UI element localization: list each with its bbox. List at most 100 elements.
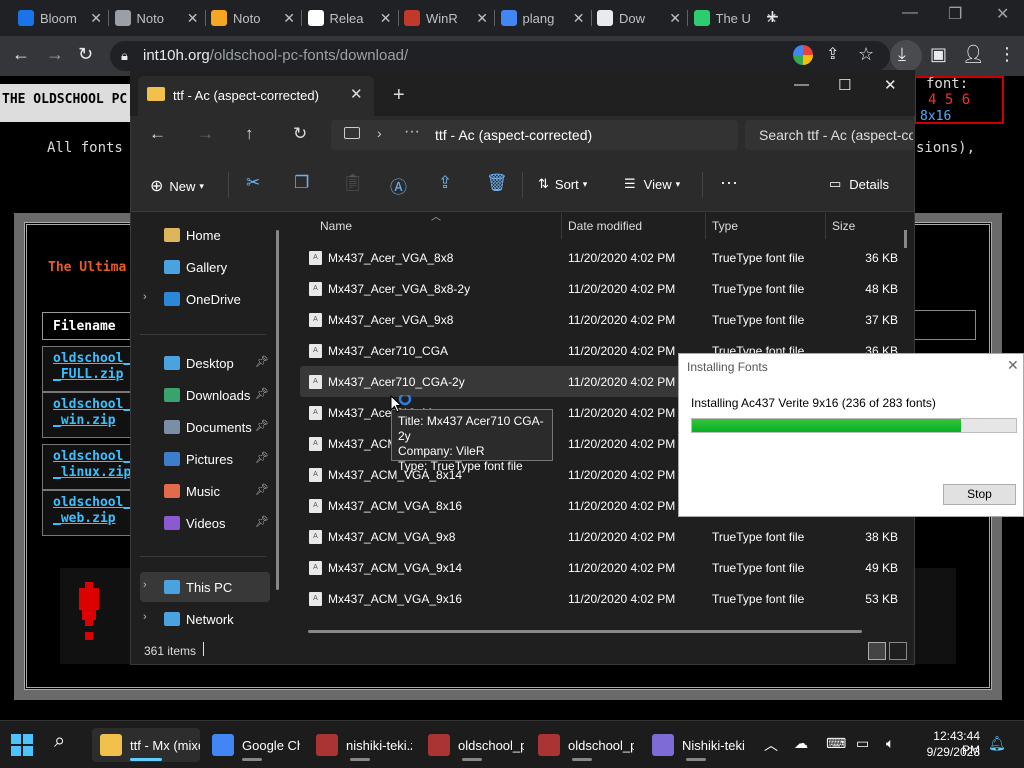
taskbar-item[interactable]: ttf - Mx (mixe [92,728,200,762]
download-icon[interactable]: ⤓ [898,44,906,65]
font-size-options[interactable]: 4 5 6 [928,92,970,108]
profile-icon[interactable]: 👤︎ [962,44,985,65]
forward-icon[interactable]: → [197,124,214,144]
explorer-maximize-button[interactable]: ☐ [838,76,851,94]
tab-close-icon[interactable]: ✕ [90,10,102,27]
sidebar-item-network[interactable]: › Network [140,604,270,634]
network-icon[interactable]: ▭ [856,735,869,752]
sidebar-item-onedrive[interactable]: › OneDrive [140,284,270,314]
file-row[interactable]: A Mx437_ACM_VGA_9x14 11/20/2020 4:02 PM Tru… [300,552,908,583]
chevron-right-icon[interactable]: › [377,125,382,141]
tab-close-icon[interactable]: ✕ [187,10,199,27]
taskbar-item[interactable]: oldschool_pc [420,728,524,762]
rename-icon[interactable]: Ⓐ [390,173,407,198]
forward-icon[interactable]: → [46,44,64,65]
close-tab-icon[interactable]: ✕ [350,85,363,103]
browser-tab[interactable]: Relea ✕ [302,4,398,32]
search-placeholder[interactable]: Search ttf - Ac (aspect-co [759,127,913,143]
sidebar-item-downloads[interactable]: Downloads 📌︎ [140,380,270,410]
view-button[interactable]: ☰ View ▾ [624,176,680,192]
browser-close-button[interactable]: ✕ [996,4,1009,24]
taskbar-item[interactable]: oldschool_pc [530,728,634,762]
more-dots-icon[interactable]: ··· [404,123,420,141]
side-panel-icon[interactable]: ▣ [930,44,947,65]
browser-tab[interactable]: plang ✕ [495,4,591,32]
sidebar-item-desktop[interactable]: Desktop 📌︎ [140,348,270,378]
column-header-type[interactable]: Type [712,219,738,233]
explorer-minimize-button[interactable]: — [794,76,809,93]
sort-button[interactable]: ⇅ Sort ▾ [538,176,587,192]
share-icon[interactable]: ⇪ [826,44,839,64]
google-lens-icon[interactable] [793,45,813,65]
refresh-icon[interactable]: ↻ [293,124,307,144]
column-header-date[interactable]: Date modified [568,219,642,233]
address-path[interactable]: ttf - Ac (aspect-corrected) [435,127,592,143]
menu-icon[interactable]: ⋮ [998,44,1016,65]
horizontal-scrollbar[interactable] [308,630,862,633]
back-icon[interactable]: ← [149,124,166,144]
volume-icon[interactable]: 🔈︎ [886,735,894,752]
tiles-view-icon[interactable] [889,642,907,660]
new-button[interactable]: ⊕ New ▾ [150,176,204,196]
keyboard-icon[interactable]: ⌨ [826,735,846,752]
notification-bell-icon[interactable]: 🔔︎ [988,735,1006,752]
lock-icon[interactable]: 🔒︎ [121,48,128,64]
taskbar-item[interactable]: Google Ch [204,728,300,762]
clock-date[interactable]: 9/29/2023 [914,745,980,759]
sidebar-item-home[interactable]: Home [140,220,270,250]
reload-icon[interactable]: ↻ [78,44,93,65]
file-row[interactable]: A Mx437_Acer_VGA_8x8-2y 11/20/2020 4:02 PM… [300,273,908,304]
chevron-right-icon[interactable]: › [143,579,147,591]
browser-restore-button[interactable]: ❐ [948,4,962,24]
delete-icon[interactable]: 🗑︎ [486,173,508,193]
copy-icon[interactable]: ❐ [294,173,309,193]
url-text[interactable]: int10h.org/oldschool-pc-fonts/download/ [143,47,408,64]
taskbar-item[interactable]: Nishiki-teki ( [644,728,748,762]
file-row[interactable]: A Mx437_ACM_VGA_9x16 11/20/2020 4:02 PM Tru… [300,583,908,614]
sidebar-item-documents[interactable]: Documents 📌︎ [140,412,270,442]
browser-tab[interactable]: Noto ✕ [109,4,205,32]
tab-close-icon[interactable]: ✕ [283,10,295,27]
cut-icon[interactable]: ✂ [246,173,260,193]
browser-minimize-button[interactable]: — [902,4,918,22]
file-row[interactable]: A Mx437_ACM_VGA_9x8 11/20/2020 4:02 PM True… [300,521,908,552]
paste-icon[interactable]: 📋︎ [342,173,364,193]
explorer-close-button[interactable]: ✕ [884,76,897,94]
bookmark-star-icon[interactable]: ☆ [858,44,874,65]
taskbar-item[interactable]: nishiki-teki.zi [308,728,412,762]
download-link-win[interactable]: oldschool_ _win.zip [42,392,132,438]
sidebar-item-this-pc[interactable]: › This PC [140,572,270,602]
back-icon[interactable]: ← [12,44,30,65]
file-row[interactable]: A Mx437_Acer_VGA_8x8 11/20/2020 4:02 PM Tru… [300,242,908,273]
download-link-linux[interactable]: oldschool_ _linux.zip [42,444,132,490]
sidebar-item-music[interactable]: Music 📌︎ [140,476,270,506]
tab-close-icon[interactable]: ✕ [573,10,585,27]
download-link-web[interactable]: oldschool_ _web.zip [42,490,132,536]
file-row[interactable]: A Mx437_Acer_VGA_9x8 11/20/2020 4:02 PM Tru… [300,304,908,335]
tab-close-icon[interactable]: ✕ [669,10,681,27]
chevron-right-icon[interactable]: › [143,291,147,303]
tab-close-icon[interactable]: ✕ [476,10,488,27]
column-header-name[interactable]: Name [320,219,352,233]
browser-tab[interactable]: WinR ✕ [398,4,494,32]
explorer-new-tab-icon[interactable]: + [393,84,405,107]
share-icon[interactable]: ⇪ [438,173,452,193]
browser-tab[interactable]: Noto ✕ [205,4,301,32]
download-link-full[interactable]: oldschool_ _FULL.zip [42,346,132,392]
new-tab-button[interactable]: + [766,6,779,28]
details-button[interactable]: ▭ Details [829,176,889,192]
chevron-up-icon[interactable]: ︿ [764,735,778,755]
tab-close-icon[interactable]: ✕ [380,10,392,27]
close-icon[interactable]: ✕ [1007,357,1019,374]
onedrive-tray-icon[interactable]: ☁ [794,735,808,752]
more-options-icon[interactable]: ··· [720,172,738,193]
sidebar-item-gallery[interactable]: Gallery [140,252,270,282]
chevron-right-icon[interactable]: › [143,611,147,623]
details-view-icon[interactable] [868,642,886,660]
column-header-size[interactable]: Size [832,219,855,233]
file-list-scrollbar[interactable] [904,230,907,248]
windows-start-icon[interactable] [10,733,34,757]
browser-tab[interactable]: Dow ✕ [591,4,687,32]
sidebar-item-videos[interactable]: Videos 📌︎ [140,508,270,538]
stop-button[interactable]: Stop [943,484,1016,505]
